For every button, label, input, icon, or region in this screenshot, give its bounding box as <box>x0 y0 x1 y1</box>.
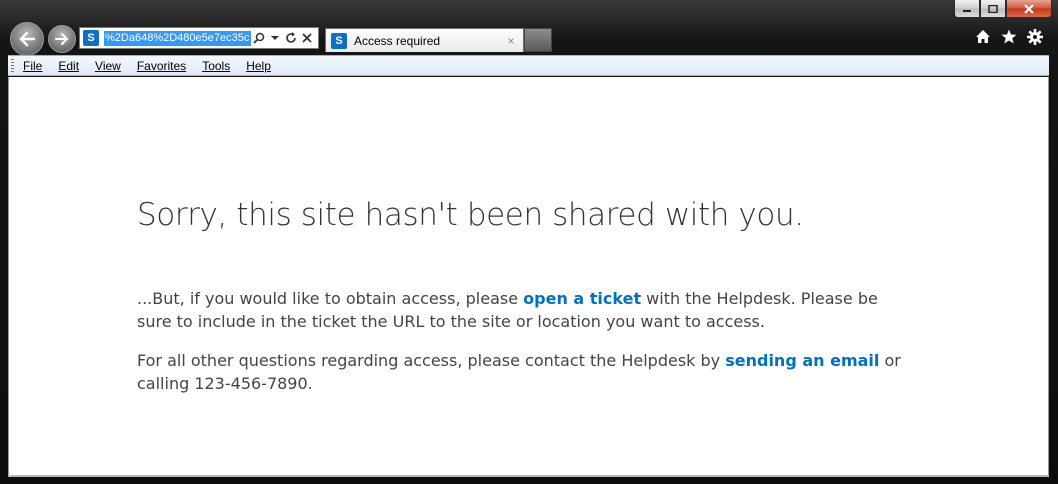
forward-button[interactable] <box>48 25 76 53</box>
back-button[interactable] <box>10 22 44 56</box>
window-bottom-edge <box>8 475 1049 477</box>
close-window-button[interactable] <box>1006 0 1052 18</box>
menu-tools[interactable]: Tools <box>202 59 230 73</box>
sharepoint-favicon-icon: S <box>83 30 99 46</box>
window-caption-buttons <box>954 0 1052 20</box>
command-icons <box>974 29 1044 49</box>
page-title: Sorry, this site hasn't been shared with… <box>137 197 804 233</box>
contact-paragraph: For all other questions regarding access… <box>137 349 907 395</box>
toolbar-grip[interactable] <box>11 59 14 72</box>
tab-close-button[interactable]: × <box>503 34 519 48</box>
access-text-before: ...But, if you would like to obtain acce… <box>137 289 524 308</box>
access-paragraph: ...But, if you would like to obtain acce… <box>137 287 907 333</box>
search-icon[interactable] <box>251 29 267 47</box>
arrow-left-icon <box>19 31 36 47</box>
close-icon <box>1024 3 1034 14</box>
minimize-icon <box>963 9 971 12</box>
maximize-button[interactable] <box>980 0 1006 18</box>
settings-gear-icon[interactable] <box>1026 29 1044 49</box>
stop-icon[interactable] <box>299 29 315 47</box>
menu-favorites[interactable]: Favorites <box>137 59 186 73</box>
menu-bar: File Edit View Favorites Tools Help <box>8 55 1049 76</box>
minimize-button[interactable] <box>954 0 980 18</box>
address-url[interactable]: %2Da648%2D480e5e7ec35c <box>104 30 251 46</box>
address-bar[interactable]: S %2Da648%2D480e5e7ec35c <box>79 27 319 49</box>
menu-file[interactable]: File <box>23 59 42 73</box>
favorites-star-icon[interactable] <box>1000 29 1018 49</box>
sharepoint-tab-icon: S <box>331 32 347 49</box>
arrow-right-icon <box>55 33 69 45</box>
contact-text-before: For all other questions regarding access… <box>137 351 726 370</box>
menu-help[interactable]: Help <box>246 59 271 73</box>
home-icon[interactable] <box>974 29 992 49</box>
tab-access-required[interactable]: S Access required × <box>325 28 524 52</box>
refresh-icon[interactable] <box>283 29 299 47</box>
new-tab-button[interactable] <box>524 28 552 52</box>
maximize-icon <box>988 4 998 13</box>
tab-title: Access required <box>354 33 441 48</box>
dropdown-icon[interactable] <box>267 29 283 47</box>
page-content: Sorry, this site hasn't been shared with… <box>8 77 1049 475</box>
send-email-link[interactable]: sending an email <box>725 351 879 370</box>
menu-view[interactable]: View <box>95 59 121 73</box>
menu-edit[interactable]: Edit <box>58 59 79 73</box>
browser-window: S %2Da648%2D480e5e7ec35c S Access requir… <box>0 0 1058 484</box>
open-ticket-link[interactable]: open a ticket <box>523 289 641 308</box>
